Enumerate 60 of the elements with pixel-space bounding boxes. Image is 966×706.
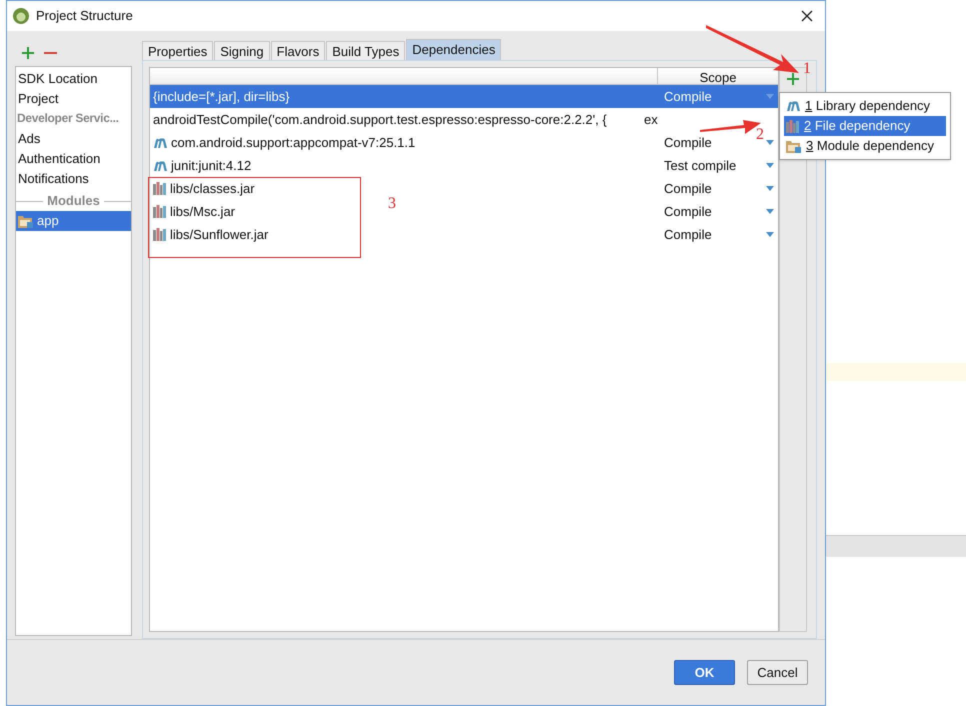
dropdown-arrow-icon[interactable] — [766, 209, 774, 214]
tab[interactable]: Signing — [214, 41, 270, 60]
annotation-number: 2 — [756, 125, 764, 145]
tab[interactable]: Flavors — [270, 41, 326, 60]
dependency-name[interactable]: junit:junit:4.12 — [171, 156, 252, 176]
tab[interactable]: Properties — [142, 41, 214, 60]
annotation-number: 1 — [803, 59, 811, 79]
cancel-button[interactable]: Cancel — [747, 660, 808, 685]
annotation-number: 3 — [388, 194, 396, 214]
scope-value[interactable]: Test compile — [664, 156, 736, 176]
dropdown-arrow-icon[interactable] — [766, 140, 774, 145]
scope-value[interactable]: Compile — [664, 224, 712, 244]
dependency-name[interactable]: libs/classes.jar — [170, 178, 255, 198]
maven-icon — [153, 160, 167, 170]
close-icon — [801, 10, 813, 22]
plus-icon — [787, 73, 799, 85]
section-header: Modules — [47, 192, 100, 210]
tab[interactable]: Dependencies — [406, 39, 502, 60]
library-icon — [153, 205, 166, 218]
plus-icon — [22, 46, 34, 58]
dropdown-arrow-icon[interactable] — [766, 186, 774, 191]
library-icon — [153, 228, 166, 241]
dependency-name[interactable]: com.android.support:appcompat-v7:25.1.1 — [171, 132, 416, 152]
library-icon — [786, 120, 799, 132]
folder-icon — [18, 214, 33, 228]
dropdown-arrow-icon[interactable] — [766, 163, 774, 168]
maven-icon — [786, 101, 800, 111]
menu-item-label: 3 Module dependency — [806, 137, 934, 156]
menu-item[interactable]: 3 Module dependency — [784, 136, 946, 156]
library-icon — [153, 182, 166, 195]
tab[interactable]: Build Types — [326, 41, 406, 60]
dependency-name[interactable]: androidTestCompile('com.android.support.test.espresso:espresso-core:2.2.2', { — [153, 110, 607, 130]
section-header: Developer Servic... — [16, 110, 119, 127]
sidebar-item[interactable]: Authentication — [16, 149, 131, 169]
sidebar-item[interactable]: app — [16, 211, 131, 231]
dropdown-arrow-icon[interactable] — [766, 232, 774, 237]
scope-value[interactable]: Compile — [664, 132, 712, 152]
menu-item[interactable]: 2 File dependency — [784, 116, 946, 136]
sidebar-item[interactable]: Project — [16, 89, 131, 109]
ok-button[interactable]: OK — [674, 660, 735, 685]
app-icon — [13, 8, 29, 24]
table-cell-text: ex — [644, 110, 658, 129]
maven-icon — [153, 138, 167, 148]
sidebar-item[interactable]: Ads — [16, 129, 131, 149]
dependency-name[interactable]: {include=[*.jar], dir=libs} — [153, 86, 290, 106]
scope-value[interactable]: Compile — [664, 178, 712, 198]
scope-value[interactable]: Compile — [664, 202, 712, 222]
add-button[interactable] — [787, 72, 799, 86]
scope-value[interactable]: Compile — [664, 86, 712, 106]
dependency-name[interactable]: libs/Sunflower.jar — [170, 224, 268, 244]
sidebar-item[interactable]: Notifications — [16, 169, 131, 189]
column-header[interactable]: Scope — [658, 68, 778, 84]
folder-icon — [786, 140, 801, 152]
window-title: Project Structure — [36, 7, 133, 26]
dependency-name[interactable]: libs/Msc.jar — [170, 202, 236, 222]
menu-item[interactable]: 1 Library dependency — [784, 96, 946, 116]
menu-item-label: 1 Library dependency — [805, 97, 930, 116]
menu-item-label: 2 File dependency — [804, 117, 910, 136]
sidebar-item[interactable]: SDK Location — [16, 69, 131, 89]
add-button[interactable] — [22, 46, 34, 58]
